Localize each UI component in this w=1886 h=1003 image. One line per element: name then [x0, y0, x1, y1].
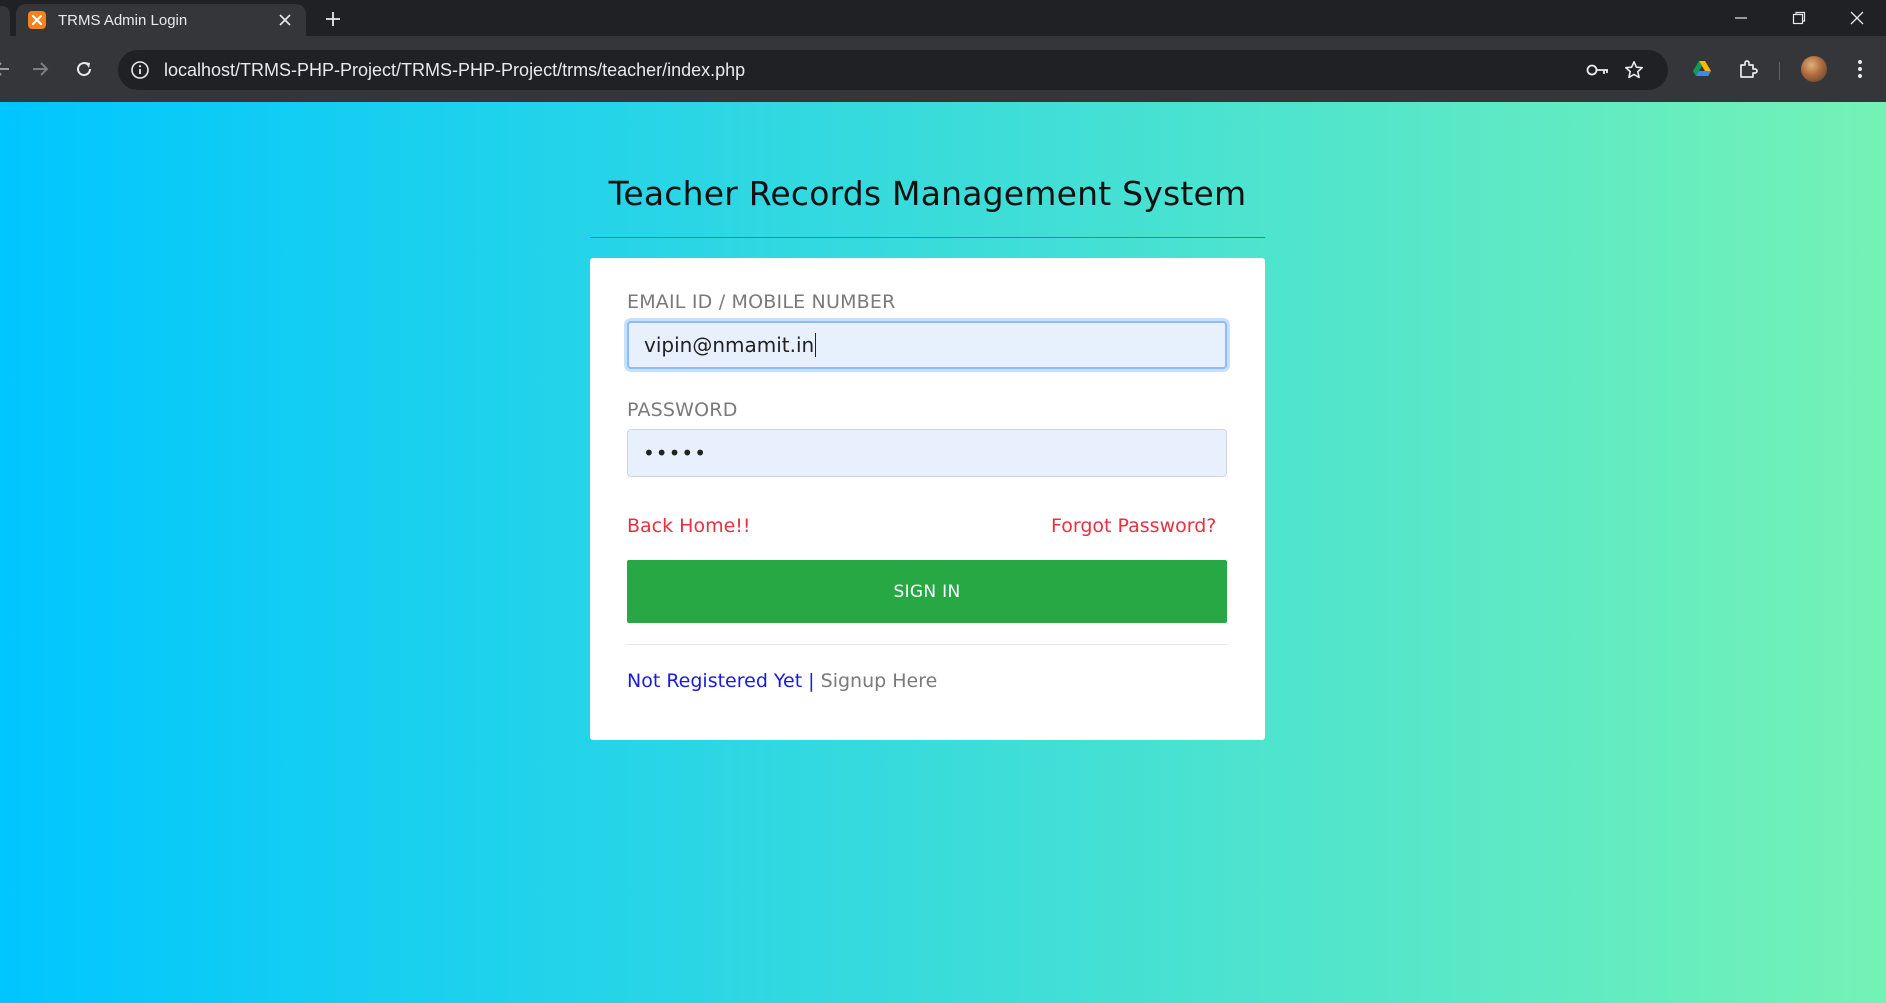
email-label: EMAIL ID / MOBILE NUMBER	[627, 291, 896, 313]
google-drive-icon[interactable]	[1686, 53, 1718, 85]
bookmark-star-icon[interactable]	[1622, 58, 1646, 82]
back-arrow-icon[interactable]	[0, 53, 18, 85]
browser-toolbar: localhost/TRMS-PHP-Project/TRMS-PHP-Proj…	[0, 36, 1886, 102]
toolbar-divider	[1779, 62, 1780, 80]
password-masked-value: •••••	[643, 441, 707, 465]
password-field[interactable]: •••••	[627, 429, 1227, 477]
email-value: vipin@nmamit.in	[644, 333, 815, 357]
back-home-link[interactable]: Back Home!!	[627, 515, 751, 537]
site-info-icon[interactable]	[128, 58, 152, 82]
extensions-puzzle-icon[interactable]	[1732, 53, 1764, 85]
url-text: localhost/TRMS-PHP-Project/TRMS-PHP-Proj…	[164, 60, 746, 80]
not-registered-text: Not Registered Yet |	[627, 670, 815, 692]
forward-arrow-icon[interactable]	[24, 53, 56, 85]
card-divider	[627, 644, 1227, 645]
address-bar[interactable]: localhost/TRMS-PHP-Project/TRMS-PHP-Proj…	[118, 50, 1668, 90]
browser-tab-bar: TRMS Admin Login	[0, 0, 1886, 36]
tab-title: TRMS Admin Login	[58, 11, 188, 29]
login-card: EMAIL ID / MOBILE NUMBER vipin@nmamit.in…	[590, 258, 1265, 740]
signup-link[interactable]: Signup Here	[821, 670, 938, 692]
password-label: PASSWORD	[627, 399, 738, 421]
text-caret	[815, 333, 817, 357]
password-key-icon[interactable]	[1586, 58, 1610, 82]
reload-icon[interactable]	[68, 53, 100, 85]
tab-close-icon[interactable]	[274, 9, 296, 31]
previous-tab-edge[interactable]	[0, 6, 10, 36]
email-field[interactable]: vipin@nmamit.in	[627, 321, 1227, 369]
sign-in-label: SIGN IN	[893, 581, 961, 602]
signup-prompt: Not Registered Yet | Signup Here	[627, 670, 937, 692]
forgot-password-link[interactable]: Forgot Password?	[1051, 515, 1216, 537]
new-tab-plus-icon[interactable]	[320, 6, 346, 32]
sign-in-button[interactable]: SIGN IN	[627, 560, 1227, 623]
close-window-icon[interactable]	[1830, 0, 1884, 36]
avatar	[1801, 56, 1827, 82]
page-title: Teacher Records Management System	[608, 174, 1247, 213]
profile-avatar[interactable]	[1798, 53, 1830, 85]
browser-menu-kebab-icon[interactable]	[1844, 53, 1876, 85]
restore-window-icon[interactable]	[1772, 0, 1826, 36]
active-tab[interactable]: TRMS Admin Login	[16, 4, 306, 36]
minimize-window-icon[interactable]	[1714, 0, 1768, 36]
xampp-favicon-icon	[28, 11, 46, 29]
title-divider	[590, 237, 1265, 238]
page-viewport: Teacher Records Management System EMAIL …	[0, 102, 1886, 1003]
